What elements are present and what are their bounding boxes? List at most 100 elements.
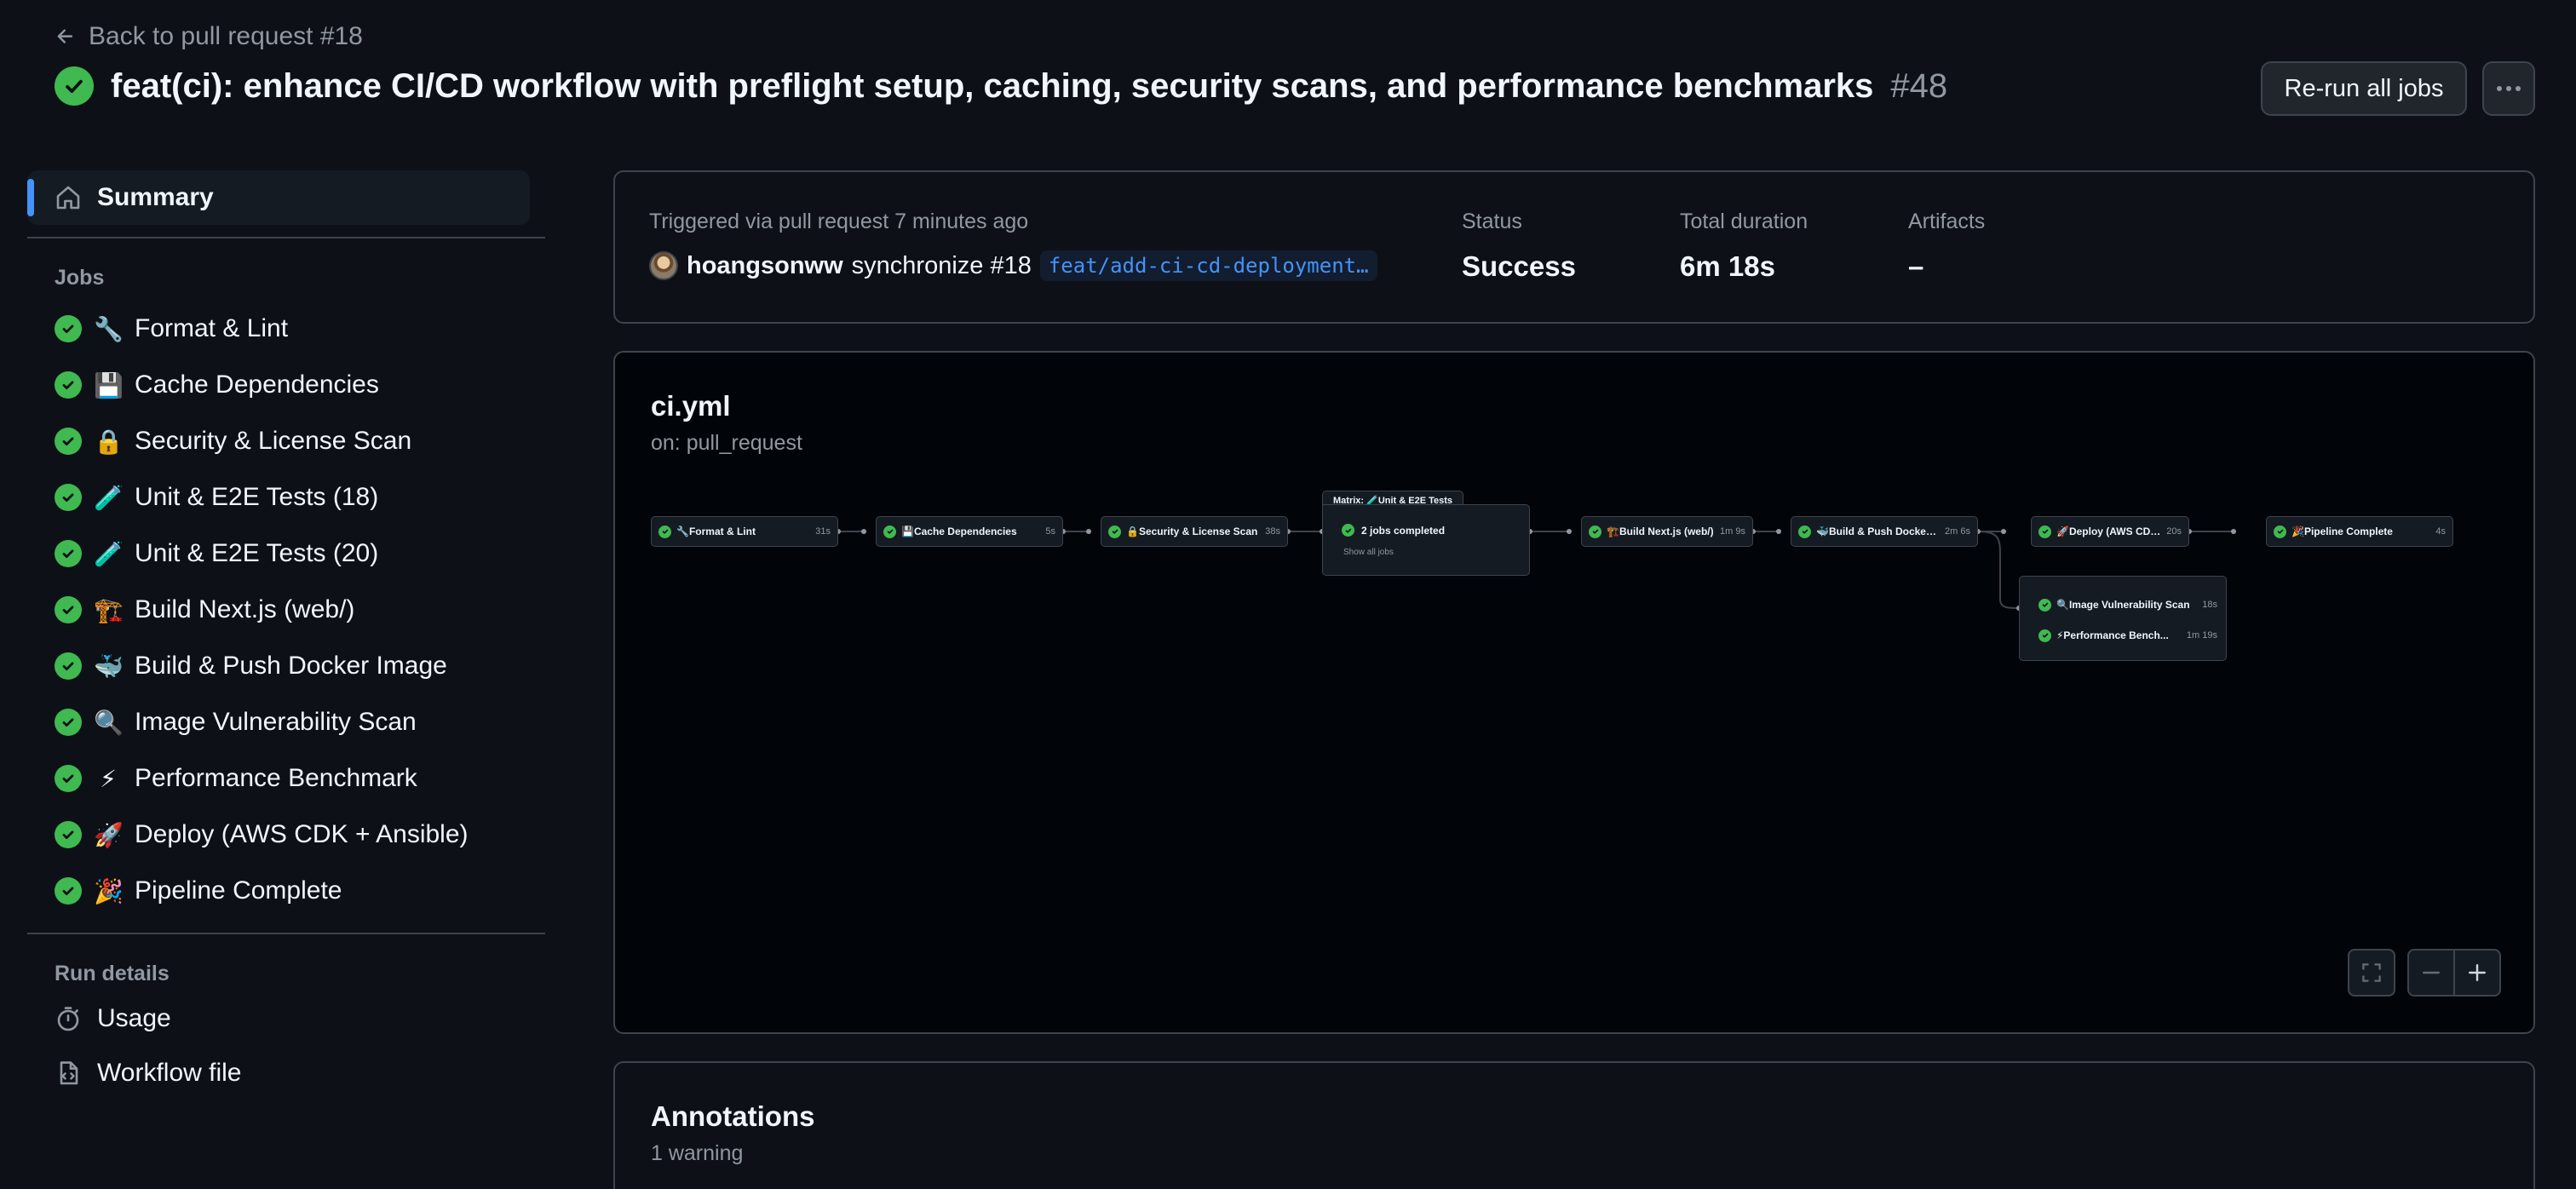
graph-job-time: 20s <box>2166 526 2182 537</box>
job-label: Security & License Scan <box>135 427 412 455</box>
graph-job-time: 38s <box>1265 526 1280 537</box>
floppy-disk-icon: 💾 <box>94 371 124 399</box>
job-label: Pipeline Complete <box>135 876 342 905</box>
graph-job-node[interactable]: 🏗️Build Next.js (web/) 1m 9s <box>1581 516 1753 547</box>
graph-job-name: 🏗️Build Next.js (web/) <box>1607 526 1714 537</box>
page-title-row: feat(ci): enhance CI/CD workflow with pr… <box>55 66 1947 106</box>
run-summary-card: Triggered via pull request 7 minutes ago… <box>613 170 2535 324</box>
rocket-icon: 🚀 <box>94 821 124 848</box>
success-check-icon <box>55 66 94 106</box>
trigger-action[interactable]: synchronize #18 <box>852 252 1032 280</box>
kebab-dot-icon <box>2506 86 2511 91</box>
workflow-file-label: Workflow file <box>97 1059 242 1087</box>
graph-job-name: ⚡Performance Bench... <box>2056 629 2169 641</box>
fullscreen-button[interactable] <box>2348 949 2395 997</box>
success-check-icon <box>1108 525 1121 538</box>
sidebar-job-item[interactable]: 🔧 Format & Lint <box>27 301 545 357</box>
matrix-summary-row: 2 jobs completed <box>1342 524 1445 537</box>
graph-job-time: 18s <box>2202 600 2217 610</box>
job-label: Deploy (AWS CDK + Ansible) <box>135 820 469 848</box>
status-label: Status <box>1462 210 1522 233</box>
graph-job-node[interactable]: 💾Cache Dependencies 5s <box>876 516 1063 547</box>
lightning-icon: ⚡ <box>100 765 117 792</box>
success-check-icon <box>1589 525 1601 538</box>
graph-job-node[interactable]: 🐳Build & Push Docker I... 2m 6s <box>1791 516 1978 547</box>
page-title: feat(ci): enhance CI/CD workflow with pr… <box>111 66 1874 105</box>
construction-icon: 🏗️ <box>94 596 124 623</box>
sidebar-job-item[interactable]: 🐳 Build & Push Docker Image <box>27 638 545 694</box>
graph-job-node[interactable]: 🚀Deploy (AWS CDK + An... 20s <box>2031 516 2189 547</box>
annotations-count: 1 warning <box>651 1141 744 1165</box>
back-link-label[interactable]: Back to pull request #18 <box>89 22 363 51</box>
minus-icon <box>2423 971 2440 974</box>
annotations-title: Annotations <box>651 1100 815 1132</box>
success-check-icon <box>55 371 82 399</box>
success-check-icon <box>55 540 82 567</box>
parallel-jobs-group: 🔍Image Vulnerability Scan 18s ⚡Performan… <box>2019 576 2227 661</box>
back-to-pull-request-link[interactable]: Back to pull request #18 <box>55 22 363 51</box>
sidebar-summary-label: Summary <box>97 183 214 211</box>
zoom-out-button[interactable] <box>2407 949 2455 997</box>
run-details-heading: Run details <box>55 962 170 985</box>
success-check-icon <box>1342 524 1354 537</box>
job-label: Unit & E2E Tests (18) <box>135 483 379 511</box>
success-check-icon <box>55 709 82 736</box>
zoom-in-button[interactable] <box>2453 949 2501 997</box>
sidebar-job-item[interactable]: 🔍 Image Vulnerability Scan <box>27 694 545 750</box>
sidebar-job-item[interactable]: 🏗️ Build Next.js (web/) <box>27 582 545 638</box>
sidebar-job-item[interactable]: 🔒 Security & License Scan <box>27 413 545 469</box>
graph-job-name: 💾Cache Dependencies <box>901 526 1017 537</box>
show-all-jobs-link[interactable]: Show all jobs <box>1343 548 1394 557</box>
success-check-icon <box>658 525 671 538</box>
sidebar-job-item[interactable]: 🧪 Unit & E2E Tests (20) <box>27 526 545 582</box>
sidebar-item-workflow-file[interactable]: Workflow file <box>27 1046 545 1100</box>
success-check-icon <box>2038 598 2051 612</box>
sidebar-item-usage[interactable]: Usage <box>27 991 545 1046</box>
sidebar-job-item[interactable]: ⚡ Performance Benchmark <box>27 750 545 807</box>
more-options-button[interactable] <box>2482 61 2535 116</box>
success-check-icon <box>2038 629 2051 642</box>
trigger-actor-row: hoangsonww synchronize #18 feat/add-ci-c… <box>649 250 1377 281</box>
kebab-dot-icon <box>2516 86 2521 91</box>
graph-job-node[interactable]: ⚡Performance Bench... 1m 19s <box>2020 621 2228 650</box>
sidebar-job-item[interactable]: 🧪 Unit & E2E Tests (18) <box>27 469 545 526</box>
graph-job-node[interactable]: 🔧Format & Lint 31s <box>651 516 838 547</box>
graph-job-node[interactable]: 🔒Security & License Scan 38s <box>1101 516 1288 547</box>
graph-job-node[interactable]: 🔍Image Vulnerability Scan 18s <box>2020 590 2228 619</box>
sidebar-job-item[interactable]: 💾 Cache Dependencies <box>27 357 545 413</box>
workflow-graph-card: ci.yml on: pull_request 🔧Format & Lint 3… <box>613 351 2535 1034</box>
graph-job-time: 31s <box>815 526 831 537</box>
success-check-icon <box>55 821 82 848</box>
success-check-icon <box>2274 525 2286 538</box>
matrix-group-node[interactable]: 2 jobs completed Show all jobs <box>1322 504 1530 576</box>
sidebar-divider <box>27 237 545 238</box>
rerun-all-jobs-button[interactable]: Re-run all jobs <box>2261 61 2467 116</box>
sidebar-job-item[interactable]: 🚀 Deploy (AWS CDK + Ansible) <box>27 807 545 863</box>
success-check-icon <box>55 484 82 511</box>
actor-name[interactable]: hoangsonww <box>687 252 843 280</box>
party-popper-icon: 🎉 <box>94 877 124 905</box>
avatar[interactable] <box>649 251 678 280</box>
duration-value: 6m 18s <box>1680 250 1775 282</box>
annotations-card: Annotations 1 warning <box>613 1061 2535 1189</box>
graph-job-name: 🔍Image Vulnerability Scan <box>2056 599 2190 611</box>
run-number: #48 <box>1890 66 1948 105</box>
graph-job-name: 🔧Format & Lint <box>676 526 756 537</box>
job-label: Image Vulnerability Scan <box>135 708 417 736</box>
graph-job-name: 🚀Deploy (AWS CDK + An... <box>2056 526 2161 537</box>
graph-job-node[interactable]: 🎉Pipeline Complete 4s <box>2266 516 2453 547</box>
artifacts-label: Artifacts <box>1908 210 1986 233</box>
graph-job-name: 🎉Pipeline Complete <box>2291 526 2393 537</box>
sidebar-job-item[interactable]: 🎉 Pipeline Complete <box>27 863 545 919</box>
plus-icon <box>2469 964 2486 981</box>
success-check-icon <box>55 765 82 792</box>
job-label: Build & Push Docker Image <box>135 652 447 680</box>
status-value: Success <box>1462 250 1576 282</box>
success-check-icon <box>55 877 82 905</box>
sidebar-item-summary[interactable]: Summary <box>27 170 530 225</box>
success-check-icon <box>55 428 82 455</box>
branch-label[interactable]: feat/add-ci-cd-deployment… <box>1039 250 1377 281</box>
matrix-summary: 2 jobs completed <box>1361 524 1446 537</box>
graph-job-time: 2m 6s <box>1945 526 1970 537</box>
job-label: Cache Dependencies <box>135 370 379 399</box>
